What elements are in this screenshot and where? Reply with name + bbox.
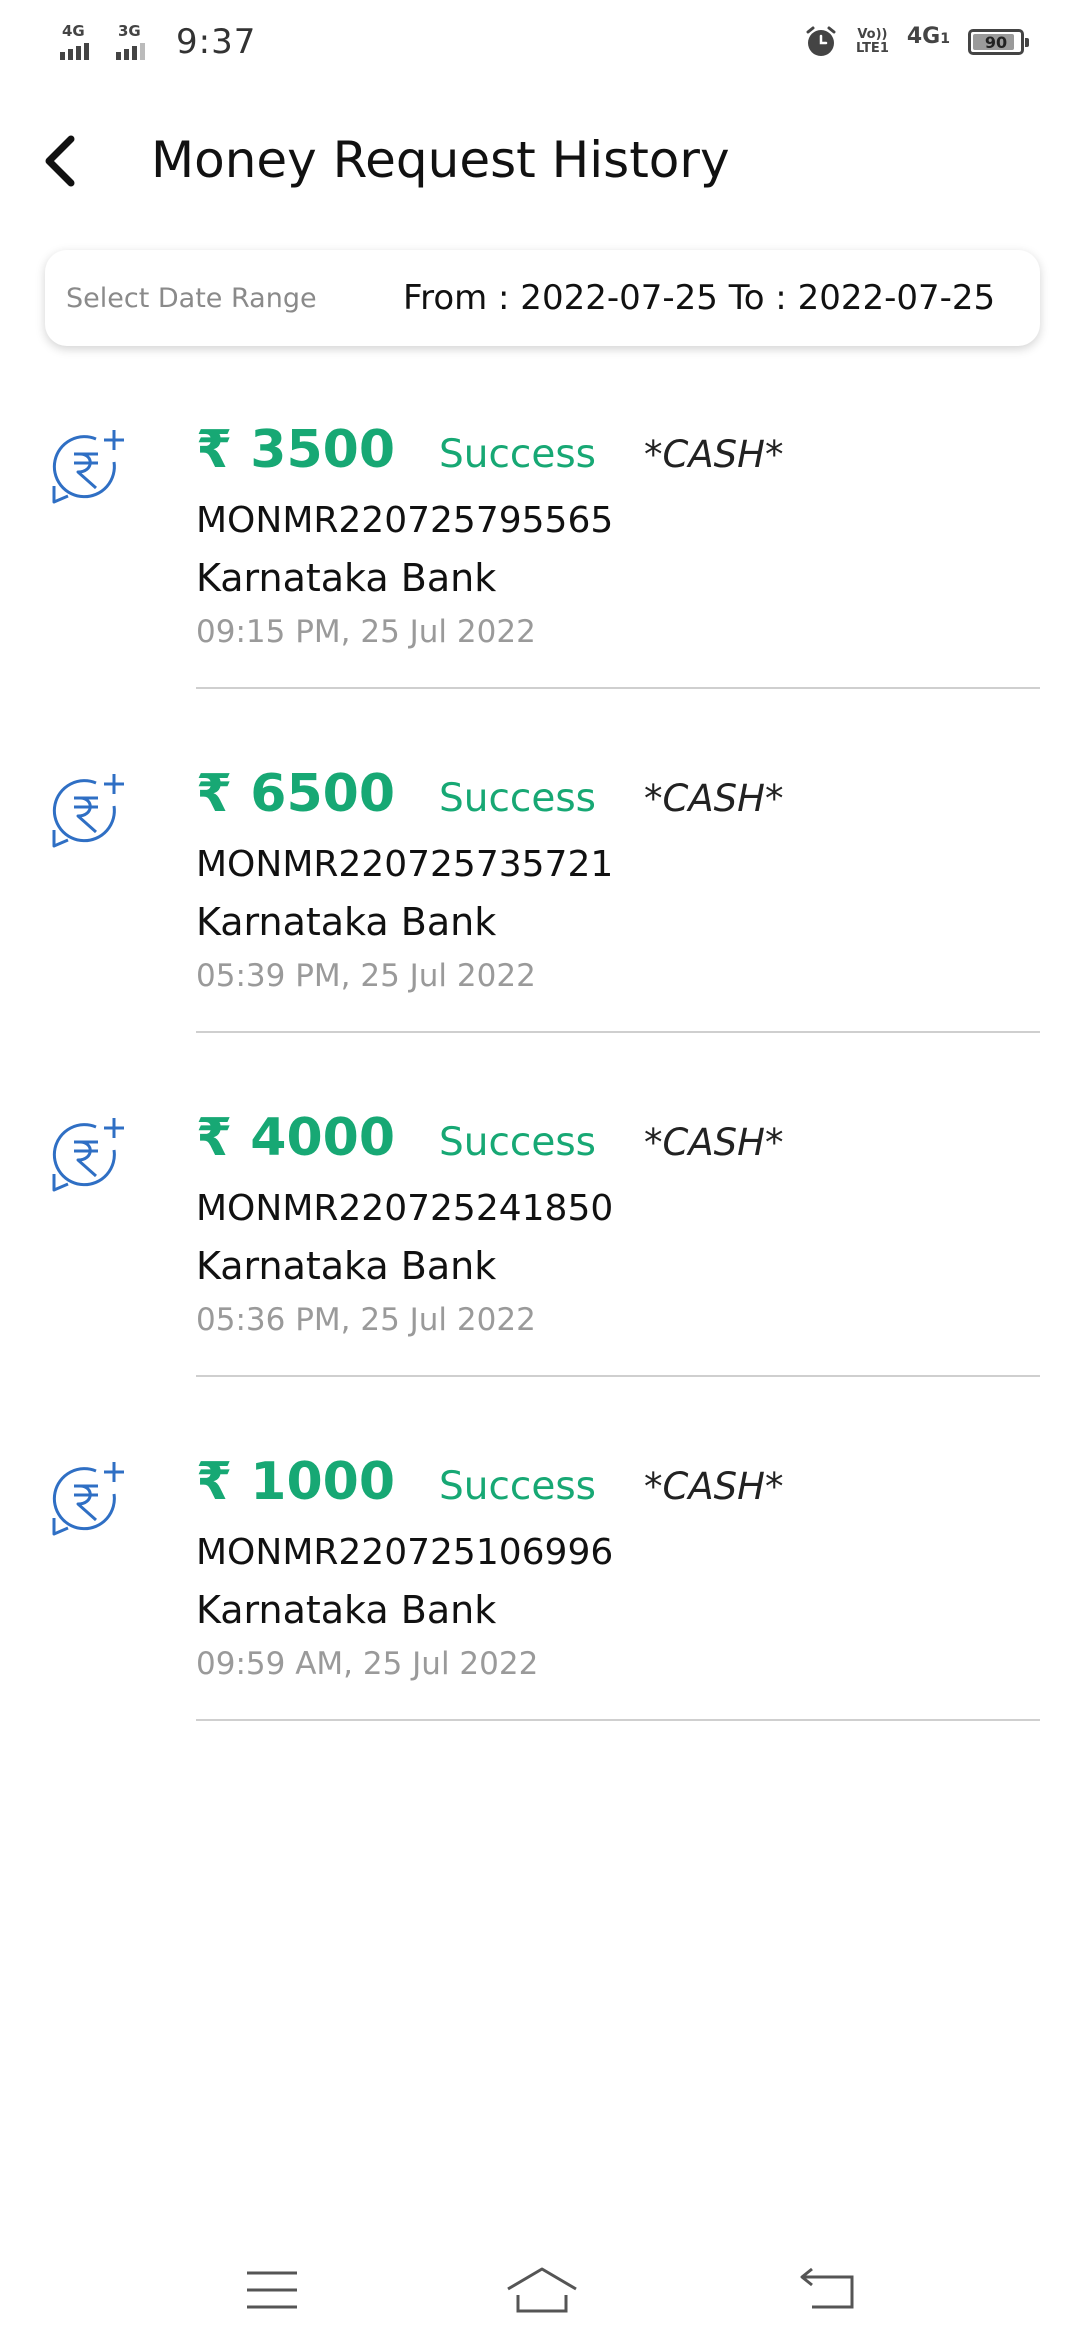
page-title: Money Request History (151, 131, 730, 189)
timestamp: 09:15 PM, 25 Jul 2022 (196, 614, 536, 650)
system-nav-bar (0, 2240, 1080, 2340)
data-network-sub: 1 (940, 31, 950, 47)
list-item[interactable]: ₹ 6500 Success *CASH* MONMR220725735721 … (0, 744, 1080, 1088)
status-right: Vo)) LTE1 4G1 90 (804, 20, 1029, 64)
reference-id: MONMR220725735721 (196, 844, 614, 885)
arrow-left-icon (45, 135, 75, 187)
bank-name: Karnataka Bank (196, 900, 497, 944)
rupee-request-icon (52, 1118, 124, 1192)
rupee-request-icon (52, 774, 124, 848)
status-left: 4G 3G 9:37 (60, 20, 256, 64)
payment-mode: *CASH* (644, 433, 784, 476)
list-item[interactable]: ₹ 1000 Success *CASH* MONMR220725106996 … (0, 1432, 1080, 1776)
status-label: Success (439, 1120, 597, 1165)
reference-id: MONMR220725795565 (196, 500, 614, 541)
status-bar: 4G 3G 9:37 Vo)) LTE1 4G1 90 (0, 0, 1080, 84)
divider (196, 1031, 1040, 1033)
volte-icon: Vo)) LTE1 (856, 28, 889, 56)
list-item[interactable]: ₹ 4000 Success *CASH* MONMR220725241850 … (0, 1088, 1080, 1432)
volte-top-label: Vo)) (857, 27, 888, 42)
rupee-request-icon (52, 1462, 124, 1536)
back-nav-button[interactable] (788, 2260, 868, 2320)
sim1-signal-icon: 4G (60, 22, 102, 62)
status-label: Success (439, 432, 597, 477)
rupee-request-icon (52, 430, 124, 504)
back-button[interactable] (24, 126, 94, 196)
home-icon (507, 2267, 577, 2313)
back-icon (800, 2267, 854, 2309)
menu-button[interactable] (232, 2260, 312, 2320)
divider (196, 687, 1040, 689)
date-range-value[interactable]: From : 2022-07-25 To : 2022-07-25 (403, 278, 995, 318)
payment-mode: *CASH* (644, 1465, 784, 1508)
status-label: Success (439, 776, 597, 821)
timestamp: 05:36 PM, 25 Jul 2022 (196, 1302, 536, 1338)
reference-id: MONMR220725241850 (196, 1188, 614, 1229)
battery-level: 90 (984, 32, 1008, 52)
sim1-network-label: 4G (62, 22, 85, 40)
payment-mode: *CASH* (644, 1121, 784, 1164)
menu-icon (247, 2271, 297, 2309)
reference-id: MONMR220725106996 (196, 1532, 614, 1573)
sim2-signal-icon: 3G (116, 22, 158, 62)
bank-name: Karnataka Bank (196, 556, 497, 600)
alarm-icon (806, 26, 836, 56)
timestamp: 09:59 AM, 25 Jul 2022 (196, 1646, 539, 1682)
battery-icon: 90 (968, 29, 1029, 55)
amount: ₹ 4000 (196, 1108, 396, 1168)
date-range-selector[interactable]: Select Date Range From : 2022-07-25 To :… (45, 250, 1040, 346)
status-time: 9:37 (176, 22, 257, 62)
divider (196, 1719, 1040, 1721)
data-network-icon: 4G1 (907, 26, 950, 50)
transaction-list: ₹ 3500 Success *CASH* MONMR220725795565 … (0, 400, 1080, 1776)
sim2-network-label: 3G (118, 22, 141, 40)
volte-bottom-label: LTE1 (855, 41, 889, 56)
divider (196, 1375, 1040, 1377)
payment-mode: *CASH* (644, 777, 784, 820)
date-range-label: Select Date Range (66, 282, 317, 314)
home-button[interactable] (502, 2260, 582, 2320)
status-label: Success (439, 1464, 597, 1509)
amount: ₹ 6500 (196, 764, 396, 824)
app-header: Money Request History (0, 110, 1080, 210)
timestamp: 05:39 PM, 25 Jul 2022 (196, 958, 536, 994)
amount: ₹ 3500 (196, 420, 396, 480)
bank-name: Karnataka Bank (196, 1244, 497, 1288)
amount: ₹ 1000 (196, 1452, 396, 1512)
bank-name: Karnataka Bank (196, 1588, 497, 1632)
list-item[interactable]: ₹ 3500 Success *CASH* MONMR220725795565 … (0, 400, 1080, 744)
data-network-label: 4G (906, 24, 941, 49)
